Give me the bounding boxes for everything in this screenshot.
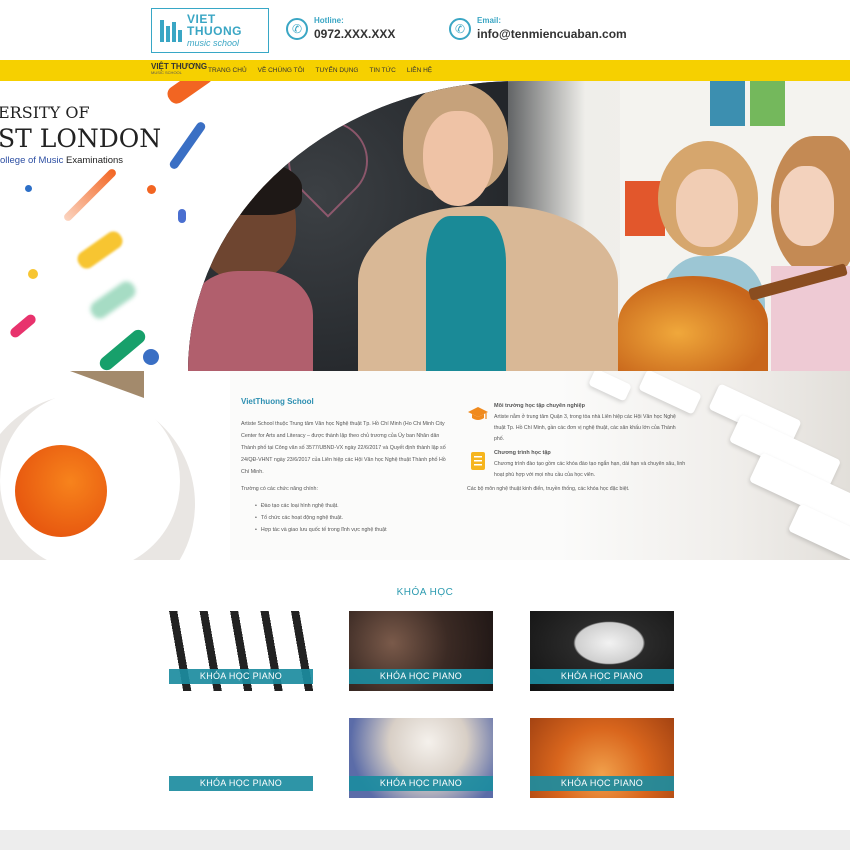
courses-section: KHÓA HỌC KHÓA HỌC PIANO KHÓA HỌC PIANO K… — [0, 560, 850, 830]
about-intro: VietThuong School Artiste School thuộc T… — [241, 397, 451, 536]
page: VIET THUONG music school ✆ Hotline: 0972… — [0, 0, 850, 850]
list-item: Đào tạo các loại hình nghệ thuật. — [255, 500, 451, 512]
feature-environment: Môi trường học tập chuyên nghiệp Artiste… — [467, 403, 687, 445]
confetti-shape — [87, 278, 139, 322]
nav-item-news[interactable]: TIN TỨC — [369, 67, 395, 74]
feature-program: Chương trình học tập Chương trình đào tạ… — [467, 450, 687, 481]
confetti-dot — [147, 185, 156, 194]
hero-banner: ERSITY OF ST LONDON ollege of Music Exam… — [0, 81, 850, 371]
course-card[interactable]: KHÓA HỌC PIANO — [169, 611, 313, 691]
course-card[interactable]: KHÓA HỌC PIANO — [530, 718, 674, 798]
nav-item-recruitment[interactable]: TUYỂN DỤNG — [315, 67, 358, 74]
main-nav: VIỆT THƯƠNG MUSIC SCHOOL TRANG CHỦ VỀ CH… — [0, 60, 850, 81]
confetti-shape — [8, 312, 38, 340]
nav-item-contact[interactable]: LIÊN HỆ — [407, 67, 432, 74]
hotline-value[interactable]: 0972.XXX.XXX — [314, 27, 395, 41]
course-label: KHÓA HỌC PIANO — [349, 669, 493, 684]
course-label: KHÓA HỌC PIANO — [169, 776, 313, 791]
about-features: Môi trường học tập chuyên nghiệp Artiste… — [467, 403, 687, 492]
confetti-dot — [28, 269, 38, 279]
hotline-block: ✆ Hotline: 0972.XXX.XXX — [286, 16, 395, 41]
decorative-circle — [15, 445, 107, 537]
course-card[interactable]: KHÓA HỌC PIANO — [169, 718, 313, 798]
hotline-label: Hotline: — [314, 16, 344, 25]
list-item: Tổ chức các hoạt động nghệ thuật. — [255, 512, 451, 524]
confetti-dot — [143, 349, 159, 365]
functions-heading: Trường có các chức năng chính: — [241, 486, 318, 492]
about-section: VietThuong School Artiste School thuộc T… — [0, 371, 850, 560]
confetti-dot — [178, 209, 186, 223]
phone-icon: ✆ — [449, 17, 471, 40]
confetti-shape — [96, 326, 149, 371]
about-description: Artiste School thuộc Trung tâm Văn học N… — [241, 421, 446, 475]
course-card[interactable]: KHÓA HỌC PIANO — [349, 611, 493, 691]
banner-heading: ERSITY OF ST LONDON ollege of Music Exam… — [0, 103, 161, 166]
nav-item-about[interactable]: VỀ CHÚNG TÔI — [258, 67, 305, 74]
course-label: KHÓA HỌC PIANO — [169, 669, 313, 684]
course-label: KHÓA HỌC PIANO — [349, 776, 493, 791]
logo-title: VIET THUONG — [187, 12, 242, 38]
site-logo[interactable]: VIET THUONG music school — [151, 8, 269, 53]
nav-logo[interactable]: VIỆT THƯƠNG MUSIC SCHOOL — [151, 63, 207, 75]
email-value[interactable]: info@tenmiencuaban.com — [477, 27, 627, 41]
course-card[interactable]: KHÓA HỌC PIANO — [530, 611, 674, 691]
header: VIET THUONG music school ✆ Hotline: 0972… — [0, 0, 850, 60]
phone-icon: ✆ — [286, 17, 308, 40]
confetti-dot — [25, 185, 32, 192]
nav-item-home[interactable]: TRANG CHỦ — [208, 67, 247, 74]
confetti-shape — [74, 228, 126, 272]
list-item: Hợp tác và giao lưu quốc tế trong lĩnh v… — [255, 524, 451, 536]
about-title: VietThuong School — [241, 397, 314, 406]
email-block: ✆ Email: info@tenmiencuaban.com — [449, 16, 627, 41]
email-label: Email: — [477, 16, 502, 25]
course-label: KHÓA HỌC PIANO — [530, 776, 674, 791]
logo-icon — [160, 19, 182, 42]
guitar-image — [618, 276, 768, 371]
confetti-shape — [62, 167, 118, 223]
notebook-icon — [467, 450, 489, 472]
footer — [0, 830, 850, 850]
graduation-cap-icon — [467, 403, 489, 425]
hero-photo — [188, 81, 850, 371]
banner-line1: ERSITY OF — [0, 103, 90, 122]
nav-menu: TRANG CHỦ VỀ CHÚNG TÔI TUYỂN DỤNG TIN TỨ… — [208, 67, 432, 74]
feature-note: Các bộ môn nghệ thuật kinh điển, truyền … — [467, 486, 630, 492]
course-label: KHÓA HỌC PIANO — [530, 669, 674, 684]
logo-subtitle: music school — [187, 38, 240, 48]
functions-list: Đào tạo các loại hình nghệ thuật. Tổ chứ… — [241, 500, 451, 536]
courses-title: KHÓA HỌC — [396, 587, 454, 598]
banner-line2: ST LONDON — [0, 124, 162, 153]
banner-line3: ollege of Music Examinations — [0, 155, 124, 166]
course-card[interactable]: KHÓA HỌC PIANO — [349, 718, 493, 798]
